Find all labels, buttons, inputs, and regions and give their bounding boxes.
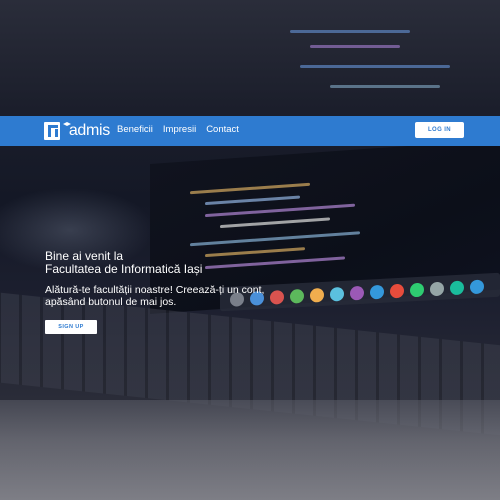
nav-link-contact[interactable]: Contact [206, 124, 239, 135]
signup-button[interactable]: SIGN UP [45, 320, 97, 334]
hero-subtitle-line-1: Alătură-te facultății noastre! Creează-ț… [45, 284, 265, 296]
login-button[interactable]: LOG IN [415, 122, 464, 138]
logo-mark-icon [44, 122, 60, 140]
hero-title: Bine ai venit la Facultatea de Informati… [45, 250, 202, 276]
nav-link-impresii[interactable]: Impresii [163, 124, 196, 135]
hero-title-line-2: Facultatea de Informatică Iași [45, 262, 203, 276]
brand-logo[interactable]: admis [44, 120, 110, 142]
nav-link-beneficii[interactable]: Beneficii [117, 124, 153, 135]
hero-subtitle-line-2: apăsând butonul de mai jos. [45, 296, 177, 308]
blurred-desk [0, 400, 500, 500]
hero-subtitle: Alătură-te facultății noastre! Creează-ț… [45, 284, 315, 308]
brand-name: admis [68, 122, 110, 139]
nav-links: Beneficii Impresii Contact [117, 124, 249, 135]
blurred-code-background [260, 10, 500, 110]
